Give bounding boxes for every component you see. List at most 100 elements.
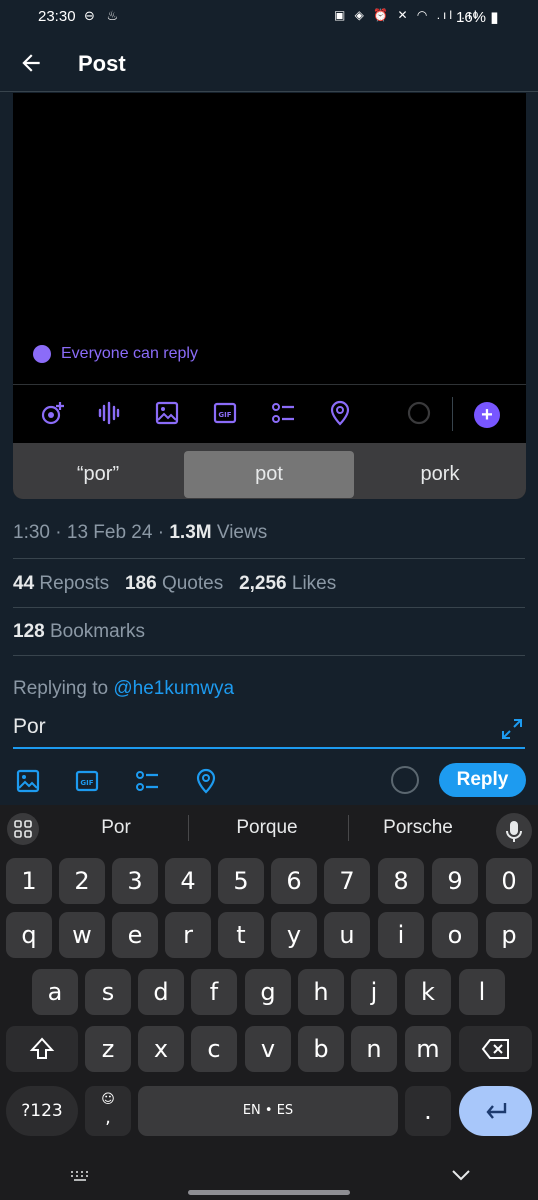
key-f[interactable]: f	[191, 969, 237, 1015]
gif-icon[interactable]: GIF	[73, 767, 101, 795]
post-time: 1:30	[13, 522, 50, 543]
quotes-stat[interactable]: 186 Quotes	[125, 573, 223, 594]
key-s[interactable]: s	[85, 969, 131, 1015]
space-key[interactable]: EN • ES	[138, 1086, 398, 1136]
key-x[interactable]: x	[138, 1026, 184, 1072]
key-0[interactable]: 0	[486, 858, 532, 904]
key-y[interactable]: y	[271, 912, 317, 958]
key-e[interactable]: e	[112, 912, 158, 958]
suggestion-item[interactable]: pork	[355, 451, 525, 498]
location-icon[interactable]	[326, 399, 354, 427]
spaces-icon[interactable]	[39, 399, 67, 427]
replying-to: Replying to @he1kumwya	[13, 678, 235, 699]
key-5[interactable]: 5	[218, 858, 264, 904]
image-icon[interactable]	[153, 399, 181, 427]
post-date: 13 Feb 24	[66, 522, 153, 543]
character-count-ring	[407, 401, 431, 425]
location-icon[interactable]	[192, 767, 220, 795]
key-4[interactable]: 4	[165, 858, 211, 904]
gif-icon[interactable]: GIF	[211, 399, 239, 427]
key-j[interactable]: j	[351, 969, 397, 1015]
key-c[interactable]: c	[191, 1026, 237, 1072]
suggestion-strip: “por” pot pork	[13, 443, 526, 499]
svg-text:GIF: GIF	[218, 411, 231, 419]
character-count-ring	[391, 766, 419, 794]
key-b[interactable]: b	[298, 1026, 344, 1072]
poll-icon[interactable]	[133, 767, 161, 795]
shift-key[interactable]	[6, 1026, 78, 1072]
key-z[interactable]: z	[85, 1026, 131, 1072]
composer-card: Everyone can reply GIF + “por” pot pork	[13, 93, 526, 499]
key-u[interactable]: u	[324, 912, 370, 958]
key-v[interactable]: v	[245, 1026, 291, 1072]
keyboard-nav-bar	[0, 1157, 538, 1200]
globe-icon	[33, 345, 51, 363]
shift-icon	[29, 1037, 55, 1059]
keyboard: Por Porque Porsche 1 2 3 4 5 6 7 8 9 0 q…	[0, 805, 538, 1200]
key-k[interactable]: k	[405, 969, 451, 1015]
backspace-key[interactable]	[459, 1026, 532, 1072]
key-6[interactable]: 6	[271, 858, 317, 904]
expand-icon[interactable]	[500, 717, 524, 741]
bookmarks-stat[interactable]: 128 Bookmarks	[13, 621, 145, 643]
key-8[interactable]: 8	[378, 858, 424, 904]
enter-key[interactable]	[459, 1086, 532, 1136]
suggestion-item[interactable]: pot	[184, 451, 354, 498]
key-d[interactable]: d	[138, 969, 184, 1015]
key-w[interactable]: w	[59, 912, 105, 958]
symbols-key[interactable]: ?123	[6, 1086, 78, 1136]
reply-setting-label: Everyone can reply	[61, 345, 198, 362]
key-o[interactable]: o	[432, 912, 478, 958]
key-i[interactable]: i	[378, 912, 424, 958]
keyboard-suggestions: Por Porque Porsche	[0, 805, 538, 853]
voice-icon[interactable]	[95, 399, 123, 427]
chevron-down-icon[interactable]	[450, 1167, 472, 1183]
status-time: 23:30	[38, 8, 76, 25]
key-l[interactable]: l	[459, 969, 505, 1015]
divider	[188, 815, 189, 841]
enter-icon	[485, 1103, 506, 1119]
divider	[348, 815, 349, 841]
likes-stat[interactable]: 2,256 Likes	[239, 573, 336, 594]
header: Post	[0, 34, 538, 92]
keyboard-switch-icon[interactable]	[68, 1169, 92, 1183]
key-3[interactable]: 3	[112, 858, 158, 904]
comma-key[interactable]: ☺ ,	[85, 1086, 131, 1136]
key-n[interactable]: n	[351, 1026, 397, 1072]
key-q[interactable]: q	[6, 912, 52, 958]
add-thread-button[interactable]: +	[474, 402, 500, 428]
key-t[interactable]: t	[218, 912, 264, 958]
divider	[452, 397, 453, 431]
microphone-icon[interactable]	[496, 813, 532, 849]
key-7[interactable]: 7	[324, 858, 370, 904]
key-1[interactable]: 1	[6, 858, 52, 904]
reply-handle-link[interactable]: @he1kumwya	[113, 678, 234, 699]
reposts-stat[interactable]: 44 Reposts	[13, 573, 109, 594]
image-icon[interactable]	[14, 767, 42, 795]
keyboard-suggestion[interactable]: Porque	[207, 817, 327, 839]
poll-icon[interactable]	[269, 399, 297, 427]
keyboard-suggestion[interactable]: Por	[60, 817, 172, 839]
post-stats: 44 Reposts 186 Quotes 2,256 Likes	[13, 573, 336, 595]
key-m[interactable]: m	[405, 1026, 451, 1072]
home-indicator[interactable]	[188, 1190, 350, 1195]
reply-input[interactable]: Por	[13, 715, 525, 749]
key-r[interactable]: r	[165, 912, 211, 958]
divider	[13, 607, 525, 608]
key-p[interactable]: p	[486, 912, 532, 958]
divider	[13, 655, 525, 656]
views-label: Views	[216, 522, 268, 543]
key-h[interactable]: h	[298, 969, 344, 1015]
key-a[interactable]: a	[32, 969, 78, 1015]
keyboard-suggestion[interactable]: Porsche	[360, 817, 476, 839]
key-g[interactable]: g	[245, 969, 291, 1015]
key-9[interactable]: 9	[432, 858, 478, 904]
suggestion-item[interactable]: “por”	[13, 451, 183, 498]
svg-text:GIF: GIF	[80, 779, 93, 787]
back-arrow-icon[interactable]	[18, 50, 44, 76]
period-key[interactable]: .	[405, 1086, 451, 1136]
reply-button[interactable]: Reply	[439, 763, 526, 797]
key-2[interactable]: 2	[59, 858, 105, 904]
reply-setting[interactable]: Everyone can reply	[33, 345, 198, 363]
apps-grid-icon[interactable]	[7, 813, 39, 845]
